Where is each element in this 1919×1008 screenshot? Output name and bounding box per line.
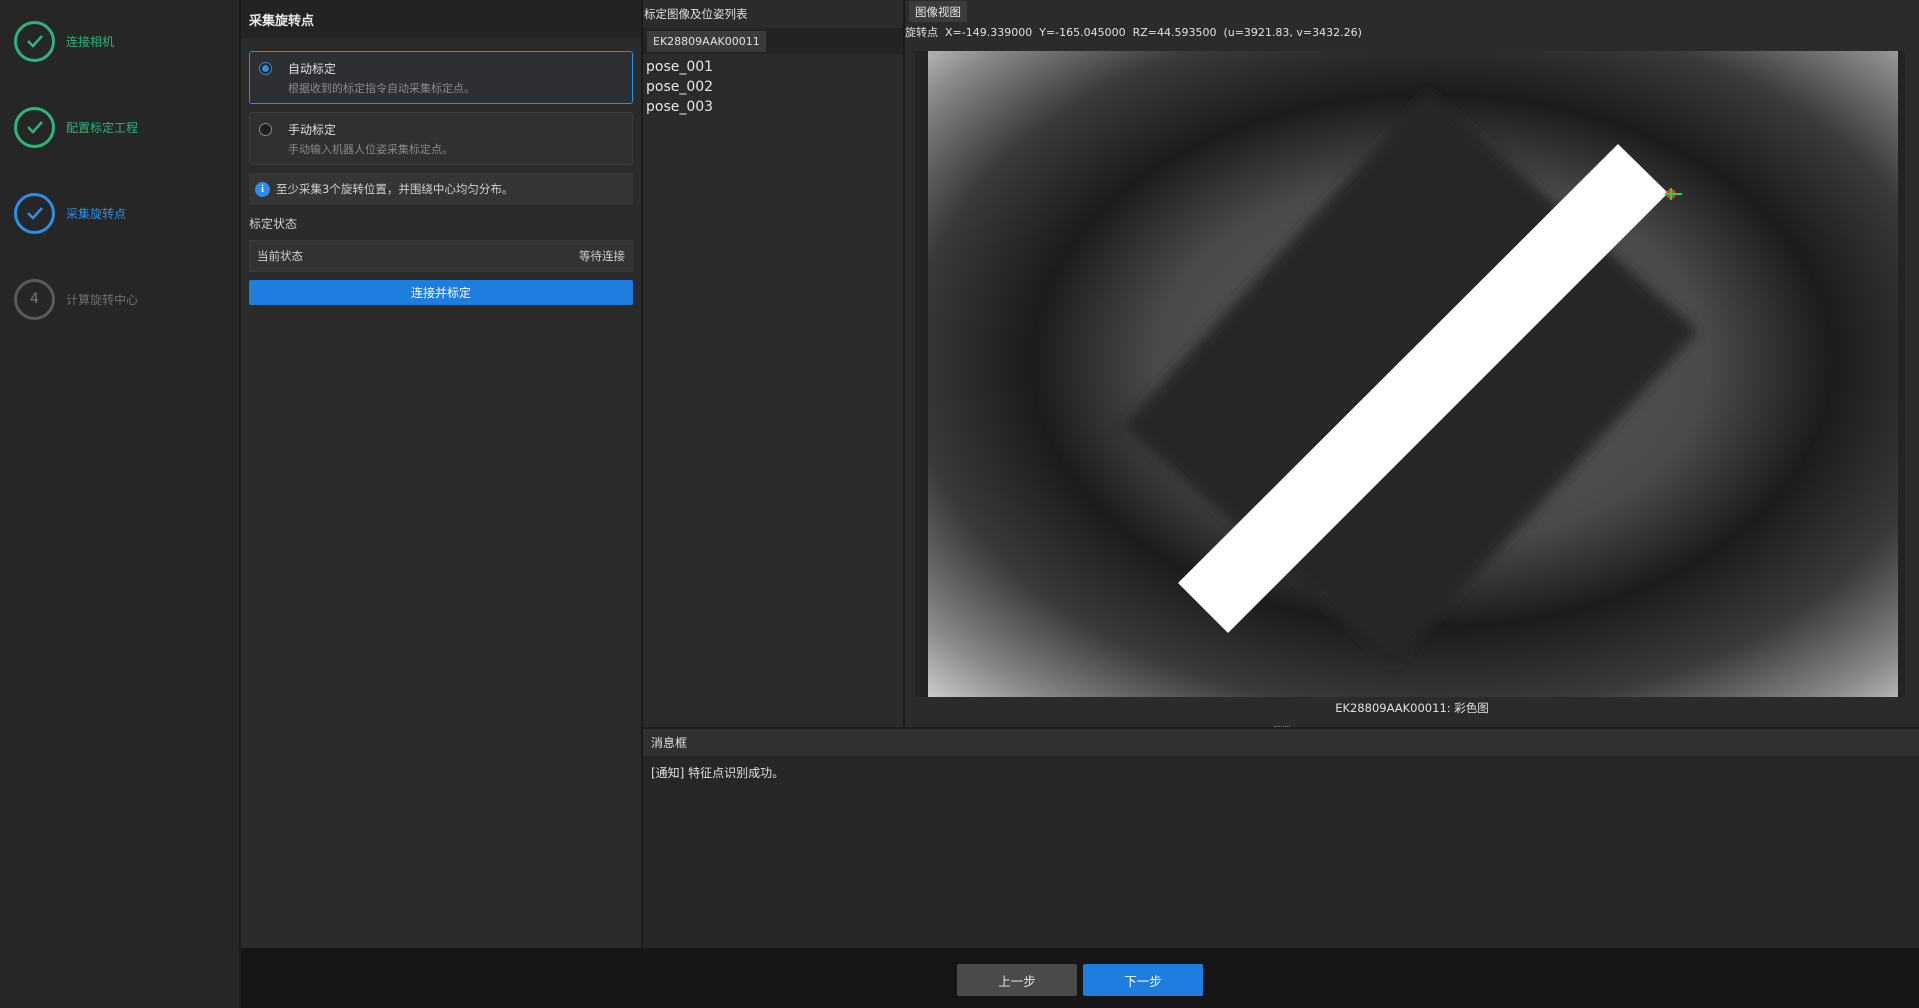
manual-calibration-option[interactable]: 手动标定 手动输入机器人位姿采集标定点。 — [249, 112, 633, 165]
option-description: 根据收到的标定指令自动采集标定点。 — [288, 82, 475, 95]
pose-item[interactable]: pose_003 — [646, 97, 903, 117]
status-row: 当前状态 等待连接 — [249, 240, 633, 272]
manual-calibration-radio[interactable] — [259, 123, 272, 136]
check-icon — [14, 192, 55, 234]
auto-calibration-option[interactable]: 自动标定 根据收到的标定指令自动采集标定点。 — [249, 51, 633, 104]
info-hint: i 至少采集3个旋转位置，并围绕中心均匀分布。 — [249, 173, 633, 205]
footer-bar: 上一步 下一步 — [241, 948, 1919, 1008]
step-label: 采集旋转点 — [66, 206, 127, 221]
pose-list: pose_001 pose_002 pose_003 — [643, 54, 903, 117]
info-icon: i — [255, 181, 270, 197]
pose-item[interactable]: pose_001 — [646, 57, 903, 77]
step-label: 连接相机 — [66, 34, 115, 49]
connect-calibrate-button[interactable]: 连接并标定 — [249, 280, 633, 305]
camera-image[interactable] — [928, 51, 1898, 697]
step-capture-rotation[interactable]: 采集旋转点 — [14, 191, 126, 235]
step-number: 4 — [14, 278, 55, 320]
check-icon — [14, 20, 55, 62]
rotation-point-readout: 旋转点 X=-149.339000 Y=-165.045000 RZ=44.59… — [905, 26, 1362, 39]
message-panel: 消息框 [通知] 特征点识别成功。 — [643, 729, 1919, 948]
step-config-project[interactable]: 配置标定工程 — [14, 105, 138, 149]
info-text: 至少采集3个旋转位置，并围绕中心均匀分布。 — [276, 182, 514, 196]
status-value: 等待连接 — [579, 249, 625, 263]
status-label: 当前状态 — [257, 249, 303, 263]
image-caption: EK28809AAK00011: 彩色图 — [1335, 701, 1489, 715]
message-line: [通知] 特征点识别成功。 — [651, 766, 785, 780]
next-step-button[interactable]: 下一步 — [1083, 964, 1203, 996]
pose-list-panel: 标定图像及位姿列表 EK28809AAK00011 pose_001 pose_… — [643, 0, 903, 727]
image-view-tab[interactable]: 图像视图 — [909, 1, 967, 22]
step-compute-center[interactable]: 4 计算旋转中心 — [14, 277, 138, 321]
step-connect-camera[interactable]: 连接相机 — [14, 19, 114, 63]
auto-calibration-radio[interactable] — [259, 62, 272, 75]
status-section-label: 标定状态 — [249, 217, 298, 231]
prev-step-button[interactable]: 上一步 — [957, 964, 1077, 996]
option-description: 手动输入机器人位姿采集标定点。 — [288, 143, 453, 156]
panel-title: 采集旋转点 — [241, 0, 641, 38]
image-view-panel: 图像视图 旋转点 X=-149.339000 Y=-165.045000 RZ=… — [905, 0, 1919, 727]
camera-tab-bar: EK28809AAK00011 — [643, 28, 903, 54]
step-sidebar: 连接相机 配置标定工程 采集旋转点 4 计算旋转中心 — [0, 0, 239, 1008]
check-icon — [14, 106, 55, 148]
pose-item[interactable]: pose_002 — [646, 77, 903, 97]
config-panel: 采集旋转点 自动标定 根据收到的标定指令自动采集标定点。 手动标定 手动输入机器… — [241, 0, 641, 948]
message-panel-title: 消息框 — [643, 729, 1919, 756]
option-title: 手动标定 — [288, 123, 337, 137]
step-label: 配置标定工程 — [66, 120, 139, 135]
option-title: 自动标定 — [288, 62, 337, 76]
pose-panel-title: 标定图像及位姿列表 — [644, 7, 748, 21]
camera-tab[interactable]: EK28809AAK00011 — [647, 31, 766, 52]
step-label: 计算旋转中心 — [66, 292, 139, 307]
